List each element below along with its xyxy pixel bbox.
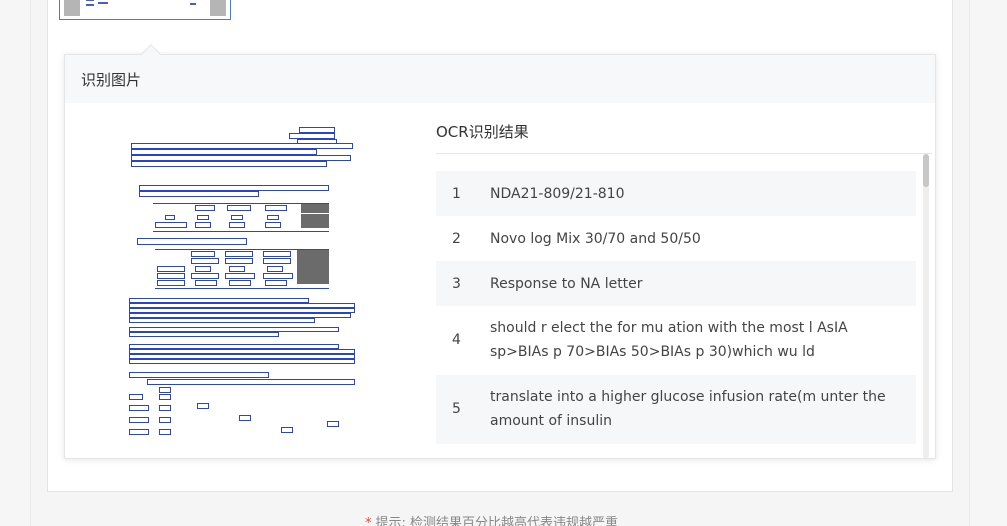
- scan-shaded-cell: [301, 204, 329, 213]
- scan-line-box: [139, 191, 259, 197]
- scan-word-box: [129, 429, 149, 435]
- result-scrollbar[interactable]: [923, 154, 929, 458]
- hint-star: *: [365, 516, 372, 526]
- scan-word-box: [195, 266, 211, 272]
- scan-word-box: [225, 251, 253, 257]
- scan-word-box: [191, 258, 219, 264]
- scan-word-box: [263, 258, 291, 264]
- recognition-popover: 识别图片 OCR识别结果 1 NDA21-809/21-810 2 Novo l…: [64, 54, 936, 459]
- scanned-document-image: [129, 121, 359, 439]
- scan-word-box: [157, 273, 185, 279]
- scan-word-box: [263, 251, 291, 257]
- scan-line-box: [129, 318, 315, 323]
- scan-word-box: [129, 405, 149, 411]
- scan-line-box: [147, 379, 355, 385]
- ocr-result-list: 1 NDA21-809/21-810 2 Novo log Mix 30/70 …: [436, 171, 916, 444]
- ocr-result-row: 4 should r elect the for mu ation with t…: [436, 306, 916, 375]
- thumbnail-mark: [98, 2, 108, 4]
- scan-word-box: [195, 205, 215, 211]
- thumbnail-mark: [86, 0, 94, 1]
- popover-title: 识别图片: [81, 70, 142, 89]
- scan-word-box: [267, 215, 279, 220]
- selected-image-thumbnail[interactable]: [59, 0, 231, 20]
- scan-word-box: [195, 280, 217, 286]
- row-text: Response to NA letter: [490, 275, 643, 292]
- scrollbar-thumb[interactable]: [923, 154, 929, 187]
- scan-word-box: [195, 222, 211, 228]
- scan-word-box: [227, 205, 251, 211]
- scan-word-box: [231, 215, 243, 220]
- scan-word-box: [265, 222, 281, 228]
- thumbnail-mark: [190, 3, 196, 5]
- popover-header: 识别图片: [65, 55, 935, 103]
- scan-word-box: [265, 280, 287, 286]
- scan-word-box: [229, 280, 251, 286]
- scan-word-box: [327, 421, 339, 427]
- scan-word-box: [129, 394, 143, 400]
- hint-message: 提示: 检测结果百分比越高代表违规越严重: [375, 516, 619, 526]
- scan-word-box: [157, 280, 185, 286]
- scan-word-box: [155, 222, 187, 228]
- row-number: 3: [452, 275, 461, 292]
- scan-word-box: [197, 215, 209, 220]
- scan-word-box: [159, 387, 171, 393]
- scan-word-box: [229, 266, 245, 272]
- scan-word-box: [225, 258, 253, 264]
- scan-word-box: [191, 273, 219, 279]
- ocr-result-title: OCR识别结果: [436, 123, 529, 141]
- scan-word-box: [267, 266, 283, 272]
- ocr-result-row: 1 NDA21-809/21-810: [436, 171, 916, 216]
- scan-line-box: [129, 359, 355, 364]
- row-number: 1: [452, 185, 461, 202]
- scan-word-box: [159, 417, 171, 423]
- scan-word-box: [225, 273, 255, 279]
- thumbnail-mark: [86, 4, 94, 6]
- hint-text: * 提示: 检测结果百分比越高代表违规越严重: [365, 512, 618, 526]
- scan-word-box: [165, 215, 175, 220]
- scan-table-rule: [155, 288, 329, 289]
- row-number: 5: [452, 401, 461, 417]
- row-number: 2: [452, 230, 461, 247]
- scan-word-box: [129, 417, 149, 423]
- thumbnail-side-bar: [64, 0, 80, 16]
- ocr-result-row: 5 translate into a higher glucose infusi…: [436, 375, 916, 444]
- scan-shaded-cell: [297, 250, 329, 284]
- scan-word-box: [159, 405, 171, 411]
- scan-word-box: [159, 429, 171, 435]
- scan-word-box: [229, 222, 245, 228]
- scan-word-box: [191, 251, 215, 257]
- scan-line-box: [129, 332, 279, 337]
- row-text: NDA21-809/21-810: [490, 185, 625, 202]
- ocr-result-panel[interactable]: 1 NDA21-809/21-810 2 Novo log Mix 30/70 …: [436, 153, 932, 458]
- scan-word-box: [281, 427, 293, 433]
- ocr-result-row: 3 Response to NA letter: [436, 261, 916, 306]
- scan-word-box: [239, 415, 251, 421]
- thumbnail-side-bar: [210, 0, 226, 16]
- scan-word-box: [159, 394, 171, 400]
- scan-line-box: [129, 372, 269, 378]
- row-text: Novo log Mix 30/70 and 50/50: [490, 230, 701, 247]
- row-number: 4: [452, 332, 461, 348]
- scan-table-rule: [153, 231, 329, 232]
- row-text: should r elect the for mu ation with the…: [490, 320, 848, 360]
- row-text: translate into a higher glucose infusion…: [490, 389, 886, 429]
- scan-word-box: [263, 273, 293, 279]
- scan-word-box: [197, 403, 209, 409]
- scan-word-box: [157, 266, 185, 272]
- scan-word-box: [265, 205, 287, 211]
- scan-shaded-cell: [301, 214, 329, 228]
- scan-line-box: [137, 238, 247, 245]
- scan-line-box: [131, 161, 327, 167]
- ocr-result-row: 2 Novo log Mix 30/70 and 50/50: [436, 216, 916, 261]
